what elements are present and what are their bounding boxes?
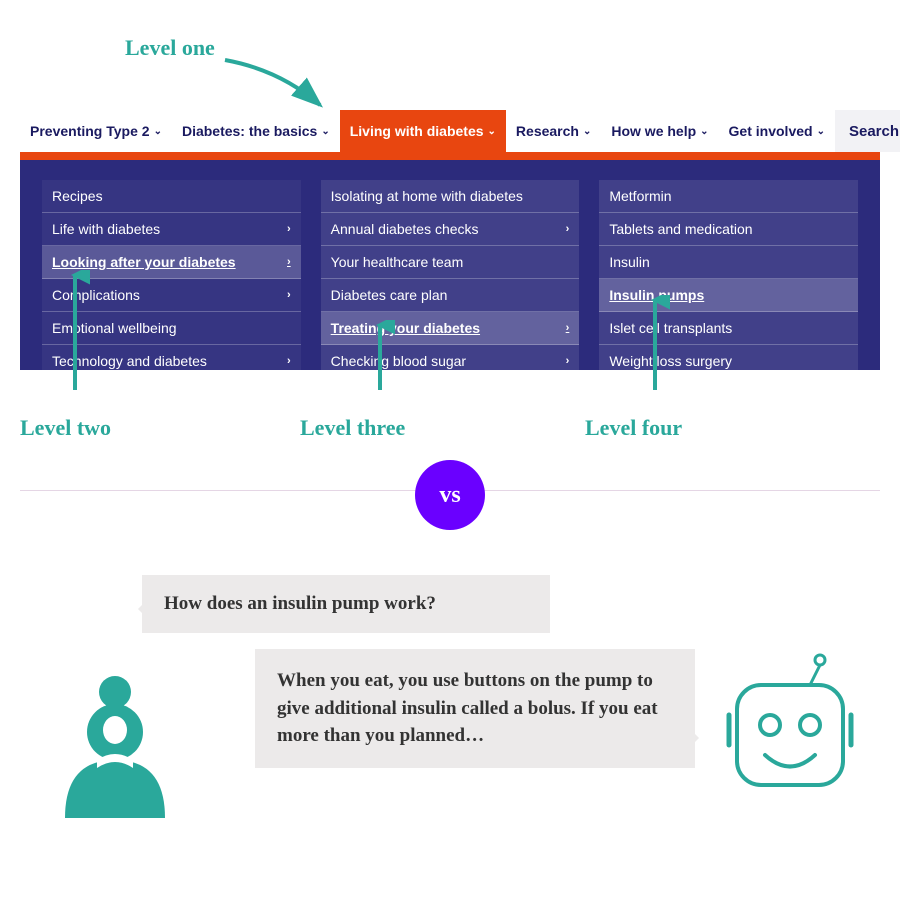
dropdown-item-label: Life with diabetes	[52, 221, 160, 237]
nav-item-help[interactable]: How we help ⌄	[601, 110, 718, 152]
dropdown-item-label: Tablets and medication	[609, 221, 752, 237]
dropdown-item-label: Insulin	[609, 254, 649, 270]
dropdown-item-label: Checking blood sugar	[331, 353, 466, 369]
nav-item-basics[interactable]: Diabetes: the basics ⌄	[172, 110, 340, 152]
dropdown-item[interactable]: Isolating at home with diabetes	[321, 180, 580, 213]
dropdown-item[interactable]: Insulin	[599, 246, 858, 279]
nav-label: Diabetes: the basics	[182, 123, 317, 139]
user-speech-bubble: How does an insulin pump work?	[142, 575, 550, 633]
nav-label: Preventing Type 2	[30, 123, 150, 139]
annotation-level-two: Level two	[20, 415, 111, 441]
chevron-down-icon: ⌄	[817, 126, 825, 137]
arrow-level-four	[640, 295, 670, 395]
search-button[interactable]: Search	[835, 110, 900, 152]
dropdown-item-label: Metformin	[609, 188, 671, 204]
dropdown-col-level3: Isolating at home with diabetes Annual di…	[321, 180, 580, 370]
dropdown-item-label: Diabetes care plan	[331, 287, 448, 303]
mega-dropdown: Recipes Life with diabetes › Looking after …	[20, 160, 880, 370]
user-avatar-icon	[55, 670, 175, 820]
nav-item-living[interactable]: Living with diabetes ⌄	[340, 110, 506, 152]
accent-bar	[20, 152, 880, 160]
chevron-right-icon: ›	[287, 289, 291, 301]
chevron-down-icon: ⌄	[154, 126, 162, 137]
dropdown-item-label: Recipes	[52, 188, 103, 204]
dropdown-item[interactable]: Annual diabetes checks ›	[321, 213, 580, 246]
annotation-level-four: Level four	[585, 415, 682, 441]
dropdown-item-label: Annual diabetes checks	[331, 221, 479, 237]
nav-item-involved[interactable]: Get involved ⌄	[719, 110, 835, 152]
nav-label: Get involved	[729, 123, 813, 139]
vs-badge: vs	[415, 460, 485, 530]
dropdown-item[interactable]: Insulin pumps	[599, 279, 858, 312]
chevron-right-icon: ›	[566, 355, 570, 367]
chevron-right-icon: ›	[566, 223, 570, 235]
chevron-down-icon: ⌄	[321, 126, 329, 137]
dropdown-item[interactable]: Life with diabetes ›	[42, 213, 301, 246]
dropdown-item[interactable]: Islet cell transplants	[599, 312, 858, 345]
annotation-level-one: Level one	[125, 35, 215, 61]
dropdown-item-label: Your healthcare team	[331, 254, 464, 270]
dropdown-item[interactable]: Treating your diabetes ›	[321, 312, 580, 345]
search-label: Search	[849, 123, 899, 140]
dropdown-item-label: Weight loss surgery	[609, 353, 732, 369]
nav-example: Preventing Type 2 ⌄ Diabetes: the basics ⌄…	[20, 110, 880, 370]
robot-icon	[725, 650, 855, 800]
chevron-right-icon: ›	[566, 322, 570, 334]
bot-speech-bubble: When you eat, you use buttons on the pum…	[255, 649, 695, 768]
dropdown-item-label: Isolating at home with diabetes	[331, 188, 523, 204]
chevron-down-icon: ⌄	[488, 126, 496, 137]
annotation-level-three: Level three	[300, 415, 405, 441]
dropdown-item[interactable]: Recipes	[42, 180, 301, 213]
dropdown-item-label: Treating your diabetes	[331, 320, 480, 336]
nav-label: How we help	[611, 123, 696, 139]
nav-item-research[interactable]: Research ⌄	[506, 110, 601, 152]
chevron-right-icon: ›	[287, 355, 291, 367]
nav-label: Living with diabetes	[350, 123, 484, 139]
chevron-down-icon: ⌄	[583, 126, 591, 137]
arrow-level-two	[60, 270, 90, 395]
top-nav: Preventing Type 2 ⌄ Diabetes: the basics ⌄…	[20, 110, 880, 152]
dropdown-item[interactable]: Diabetes care plan	[321, 279, 580, 312]
dropdown-col-level4: Metformin Tablets and medication Insulin In…	[599, 180, 858, 370]
arrow-level-three	[365, 320, 395, 395]
nav-item-preventing[interactable]: Preventing Type 2 ⌄	[20, 110, 172, 152]
nav-label: Research	[516, 123, 579, 139]
dropdown-item[interactable]: Weight loss surgery	[599, 345, 858, 370]
chevron-right-icon: ›	[287, 256, 291, 268]
dropdown-item-label: Islet cell transplants	[609, 320, 732, 336]
dropdown-item[interactable]: Metformin	[599, 180, 858, 213]
dropdown-item[interactable]: Your healthcare team	[321, 246, 580, 279]
dropdown-item[interactable]: Tablets and medication	[599, 213, 858, 246]
chevron-right-icon: ›	[287, 223, 291, 235]
chevron-down-icon: ⌄	[700, 126, 708, 137]
dropdown-item[interactable]: Checking blood sugar ›	[321, 345, 580, 370]
dropdown-item-label: Looking after your diabetes	[52, 254, 236, 270]
